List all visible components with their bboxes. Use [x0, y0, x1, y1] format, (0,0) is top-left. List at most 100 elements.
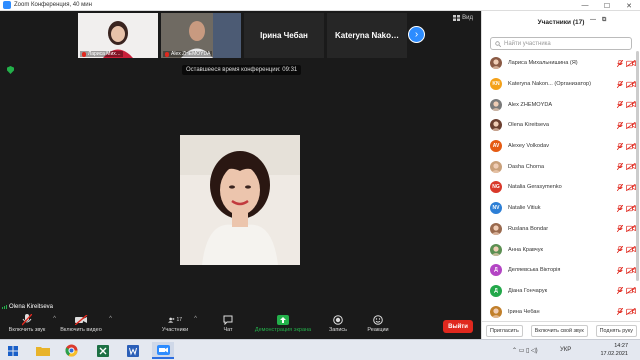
minimize-panel-icon[interactable]: —	[590, 17, 596, 23]
participant-list: Лариса Михальнишина (Я) KN Kateryna Nakon.…	[482, 53, 640, 322]
mic-muted-icon	[82, 51, 86, 57]
caret-up-icon[interactable]: ^	[194, 316, 197, 322]
avatar	[490, 222, 502, 235]
caret-up-icon[interactable]: ^	[53, 316, 56, 322]
chevron-right-icon[interactable]: ›	[408, 26, 425, 43]
avatar	[490, 98, 502, 111]
camera-off-icon	[626, 142, 636, 150]
participant-row[interactable]: Лариса Михальнишина (Я)	[482, 53, 640, 74]
camera-off-icon	[626, 101, 636, 109]
window-title: Zoom Конференция, 40 мин	[14, 2, 92, 8]
mic-muted-icon	[617, 163, 623, 171]
participants-panel: — ⧉ Участники (17) Найти участника Ларис…	[481, 11, 640, 339]
mic-muted-icon	[617, 183, 623, 191]
participant-row[interactable]: Alex ZHEMOYDA	[482, 94, 640, 115]
avatar: Д	[490, 284, 502, 297]
reactions-button[interactable]: Реакции	[364, 314, 392, 333]
start-video-button[interactable]: Включить видео ^	[57, 314, 112, 333]
mic-muted-icon	[617, 204, 623, 212]
mic-muted-icon	[617, 121, 623, 129]
unmute-self-button[interactable]: Включить свой звук	[530, 324, 588, 337]
system-tray-icons[interactable]: ⌃ ▭ ▯ ◁)	[512, 347, 538, 354]
video-tile[interactable]: Лариса Мих…	[78, 13, 158, 58]
participants-button[interactable]: 17 Участники ^	[160, 314, 197, 333]
panel-header: — ⧉ Участники (17)	[482, 11, 640, 33]
popout-icon[interactable]: ⧉	[602, 17, 606, 24]
participant-name: Ірина Чебан	[508, 308, 540, 315]
camera-off-icon	[626, 308, 636, 316]
mic-muted-icon	[20, 314, 34, 326]
participant-row[interactable]: Ruslana Bondar	[482, 219, 640, 240]
panel-scrollbar[interactable]	[636, 51, 639, 281]
participant-row[interactable]: Анна Кравчук	[482, 239, 640, 260]
participant-name: Ruslana Bondar	[508, 225, 549, 232]
participant-name: Natalia Gerasymenko	[508, 184, 562, 191]
participants-label: Участники	[161, 327, 189, 333]
title-bar: Zoom Конференция, 40 мин — ☐ ✕	[0, 0, 640, 11]
participant-row[interactable]: NV Natalie Vitiuk	[482, 198, 640, 219]
caret-up-icon[interactable]: ^	[109, 316, 112, 322]
participants-icon: 17	[168, 314, 182, 326]
participant-row[interactable]: Dasha Chorna	[482, 156, 640, 177]
meeting-toolbar: Включить звук ^ Включить видео ^ 17 Учас…	[0, 311, 481, 339]
name-tile[interactable]: Ірина Чебан	[244, 13, 324, 58]
participant-name: Olena Kireitseva	[508, 122, 550, 129]
share-screen-button[interactable]: Демонстрация экрана	[250, 314, 316, 333]
camera-off-icon	[626, 266, 636, 274]
search-icon	[495, 40, 501, 47]
tile-caption: Лариса Мих…	[80, 51, 123, 57]
video-tile[interactable]: Alex ZHEMOYDA	[161, 13, 241, 58]
zoom-taskbar-icon[interactable]	[152, 342, 174, 359]
avatar: KN	[490, 78, 502, 91]
mic-muted-icon	[617, 287, 623, 295]
participant-row[interactable]: Д Діана Гончарук	[482, 281, 640, 302]
avatar	[490, 243, 502, 256]
unmute-button[interactable]: Включить звук ^	[5, 314, 56, 333]
excel-icon[interactable]	[92, 342, 114, 359]
participant-row[interactable]: Ірина Чебан	[482, 301, 640, 322]
avatar	[490, 57, 502, 70]
mic-muted-icon	[617, 101, 623, 109]
leave-meeting-button[interactable]: Выйти	[443, 320, 473, 333]
file-explorer-icon[interactable]	[32, 342, 54, 359]
grid-icon	[453, 15, 461, 21]
participant-row[interactable]: AV Alexey Volkodav	[482, 136, 640, 157]
chat-button[interactable]: Чат	[220, 314, 236, 333]
camera-off-icon	[626, 121, 636, 129]
chat-icon	[221, 314, 235, 326]
participant-row[interactable]: KN Kateryna Nakon... (Организатор)	[482, 74, 640, 95]
participant-row[interactable]: Д Деляевська Вікторія	[482, 260, 640, 281]
avatar: NV	[490, 202, 502, 215]
participant-name: Alexey Volkodav	[508, 143, 550, 150]
raise-hand-button[interactable]: Поднять руку	[595, 324, 637, 337]
invite-button[interactable]: Пригласить	[485, 324, 523, 337]
avatar	[490, 160, 502, 173]
shield-icon[interactable]	[7, 66, 14, 74]
participant-name: Dasha Chorna	[508, 163, 545, 170]
close-button[interactable]: ✕	[618, 0, 640, 11]
camera-off-icon	[74, 314, 88, 326]
panel-title: Участники (17)	[537, 18, 585, 26]
participant-row[interactable]: Olena Kireitseva	[482, 115, 640, 136]
input-language[interactable]: УКР	[560, 347, 571, 353]
name-tile[interactable]: Kateryna Nako…	[327, 13, 407, 58]
participant-row[interactable]: NG Natalia Gerasymenko	[482, 177, 640, 198]
maximize-button[interactable]: ☐	[596, 0, 618, 11]
panel-footer: Пригласить Включить свой звук Поднять ру…	[482, 321, 640, 339]
word-icon[interactable]	[122, 342, 144, 359]
view-button[interactable]: Вид	[453, 15, 473, 21]
meeting-timer: Оставшееся время конференции: 09:31	[182, 65, 302, 75]
record-icon	[331, 314, 345, 326]
speaker-photo	[180, 135, 300, 265]
zoom-window: Zoom Конференция, 40 мин — ☐ ✕ Лариса Ми…	[0, 0, 640, 360]
minimize-button[interactable]: —	[574, 0, 596, 11]
audio-level-icon	[2, 305, 7, 309]
speaker-name: Olena Kireitseva	[9, 304, 54, 310]
record-button[interactable]: Запись	[326, 314, 350, 333]
mic-muted-icon	[617, 246, 623, 254]
clock[interactable]: 14:27 17.02.2021	[600, 342, 628, 358]
windows-start-icon[interactable]	[2, 342, 24, 359]
chrome-icon[interactable]	[60, 342, 82, 359]
mic-muted-icon	[617, 59, 623, 67]
participant-search-input[interactable]: Найти участника	[490, 37, 632, 50]
